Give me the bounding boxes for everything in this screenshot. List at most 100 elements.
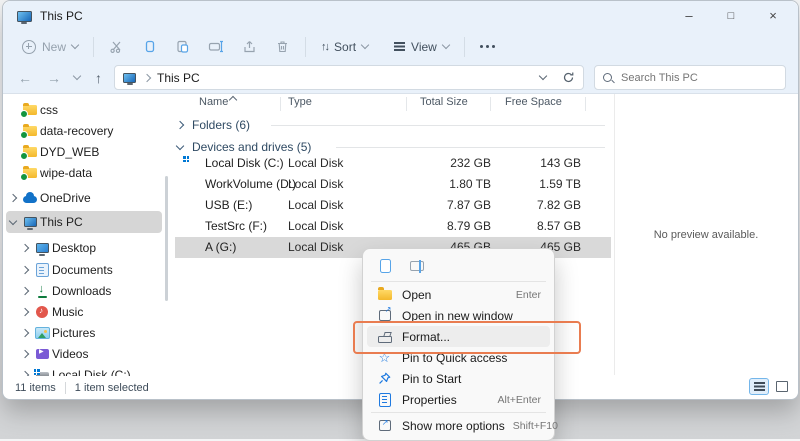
show-more-icon [379, 420, 391, 431]
column-header-total-size[interactable]: Total Size [420, 96, 468, 108]
sidebar-item-css[interactable]: css [6, 99, 162, 121]
menu-item-format[interactable]: Format... [367, 326, 550, 347]
up-icon[interactable]: ↑ [95, 70, 102, 86]
menu-item-open-in-new-window[interactable]: Open in new window [367, 305, 550, 326]
drive-total-size: 7.87 GB [411, 198, 491, 212]
close-button[interactable]: × [752, 1, 794, 31]
forward-icon[interactable]: → [47, 70, 61, 86]
shortcut-label: Alt+Enter [490, 394, 541, 406]
sidebar-item-documents[interactable]: Documents [6, 259, 174, 281]
copy-button[interactable] [133, 34, 166, 60]
chevron-right-icon[interactable] [21, 266, 29, 274]
context-menu-quick-actions [367, 253, 550, 279]
drive-row-c[interactable]: Local Disk (C:) Local Disk 232 GB 143 GB [175, 153, 611, 174]
sidebar-item-dyd-web[interactable]: DYD_WEB [6, 141, 162, 163]
view-label: View [411, 40, 437, 54]
this-pc-icon [24, 217, 37, 227]
sidebar-item-label: OneDrive [40, 191, 91, 205]
chevron-down-icon[interactable] [176, 141, 184, 149]
sidebar-item-downloads[interactable]: Downloads [6, 280, 174, 302]
column-header-type[interactable]: Type [288, 96, 312, 108]
chevron-right-icon[interactable] [21, 350, 29, 358]
drive-free-space: 8.57 GB [501, 219, 581, 233]
menu-divider [371, 412, 546, 413]
minimize-button[interactable]: – [668, 1, 710, 31]
rename-icon [410, 261, 424, 271]
view-button[interactable]: View [385, 34, 458, 60]
chevron-right-icon[interactable] [21, 287, 29, 295]
sidebar-item-wipe-data[interactable]: wipe-data [6, 162, 162, 184]
chevron-right-icon[interactable] [21, 308, 29, 316]
drive-free-space: 1.59 TB [501, 177, 581, 191]
folder-sync-icon [23, 105, 37, 115]
sidebar-scrollbar[interactable] [165, 176, 168, 301]
new-button[interactable]: New [13, 34, 87, 60]
see-more-button[interactable] [471, 34, 504, 60]
large-icons-view-toggle[interactable] [773, 379, 791, 394]
breadcrumb-path[interactable]: This PC [157, 71, 200, 85]
share-icon [242, 39, 257, 54]
maximize-button[interactable]: □ [710, 1, 752, 31]
toolbar-divider [464, 37, 465, 57]
drive-total-size: 1.80 TB [411, 177, 491, 191]
view-toggles [749, 378, 791, 395]
chevron-down-icon[interactable] [9, 216, 17, 224]
group-header-folders[interactable]: Folders (6) [177, 115, 250, 135]
item-count: 11 items [15, 382, 56, 394]
menu-item-pin-to-quick-access[interactable]: ☆ Pin to Quick access [367, 347, 550, 368]
rename-button[interactable] [405, 255, 429, 277]
breadcrumb-chevron-icon [143, 73, 151, 81]
copy-icon [142, 39, 157, 54]
new-label: New [42, 40, 66, 54]
address-bar: ← → ↑ This PC [3, 62, 798, 94]
more-icon [480, 45, 483, 48]
cut-button[interactable] [100, 34, 133, 60]
drive-row-d[interactable]: WorkVolume (D:) Local Disk 1.80 TB 1.59 … [175, 174, 611, 195]
search-input[interactable] [619, 71, 777, 85]
menu-item-show-more-options[interactable]: Show more options Shift+F10 [367, 415, 550, 436]
documents-icon [36, 263, 49, 277]
history-chevron-icon[interactable] [73, 72, 81, 80]
paste-icon [175, 39, 190, 54]
drive-type: Local Disk [288, 240, 343, 254]
details-view-toggle[interactable] [749, 378, 769, 395]
sort-button[interactable]: ↑↓ Sort [312, 34, 377, 60]
command-toolbar: New ↑↓ Sort View [3, 31, 798, 63]
delete-button[interactable] [266, 34, 299, 60]
chevron-right-icon[interactable] [21, 244, 29, 252]
chevron-right-icon[interactable] [176, 121, 184, 129]
selection-count: 1 item selected [75, 382, 149, 394]
paste-button[interactable] [166, 34, 199, 60]
address-dropdown-icon[interactable] [539, 72, 547, 80]
search-box[interactable] [594, 65, 786, 90]
column-header-name[interactable]: Name [199, 96, 228, 108]
sidebar-item-label: Downloads [52, 284, 111, 298]
menu-item-pin-to-start[interactable]: Pin to Start [367, 368, 550, 389]
column-header-free-space[interactable]: Free Space [505, 96, 562, 108]
drive-row-e[interactable]: USB (E:) Local Disk 7.87 GB 7.82 GB [175, 195, 611, 216]
rename-button[interactable] [199, 34, 233, 60]
sidebar-item-pictures[interactable]: Pictures [6, 322, 174, 344]
back-icon[interactable]: ← [18, 70, 32, 86]
copy-button[interactable] [373, 255, 397, 277]
drive-free-space: 7.82 GB [501, 198, 581, 212]
menu-item-open[interactable]: Open Enter [367, 284, 550, 305]
chevron-right-icon[interactable] [9, 194, 17, 202]
drive-type: Local Disk [288, 198, 343, 212]
menu-item-properties[interactable]: Properties Alt+Enter [367, 389, 550, 410]
sidebar-item-data-recovery[interactable]: data-recovery [6, 120, 162, 142]
drive-type: Local Disk [288, 156, 343, 170]
refresh-icon[interactable] [562, 71, 575, 84]
sidebar-item-onedrive[interactable]: OneDrive [6, 187, 162, 209]
drive-row-f[interactable]: TestSrc (F:) Local Disk 8.79 GB 8.57 GB [175, 216, 611, 237]
sidebar-item-label: Videos [52, 347, 88, 361]
breadcrumb[interactable]: This PC [114, 65, 584, 90]
sidebar-item-videos[interactable]: Videos [6, 343, 174, 365]
sidebar-item-music[interactable]: Music [6, 301, 174, 323]
delete-icon [275, 39, 290, 54]
sidebar-item-this-pc[interactable]: This PC [6, 211, 162, 233]
share-button[interactable] [233, 34, 266, 60]
sidebar-item-desktop[interactable]: Desktop [6, 237, 174, 259]
chevron-right-icon[interactable] [21, 329, 29, 337]
folder-open-icon [378, 290, 392, 300]
